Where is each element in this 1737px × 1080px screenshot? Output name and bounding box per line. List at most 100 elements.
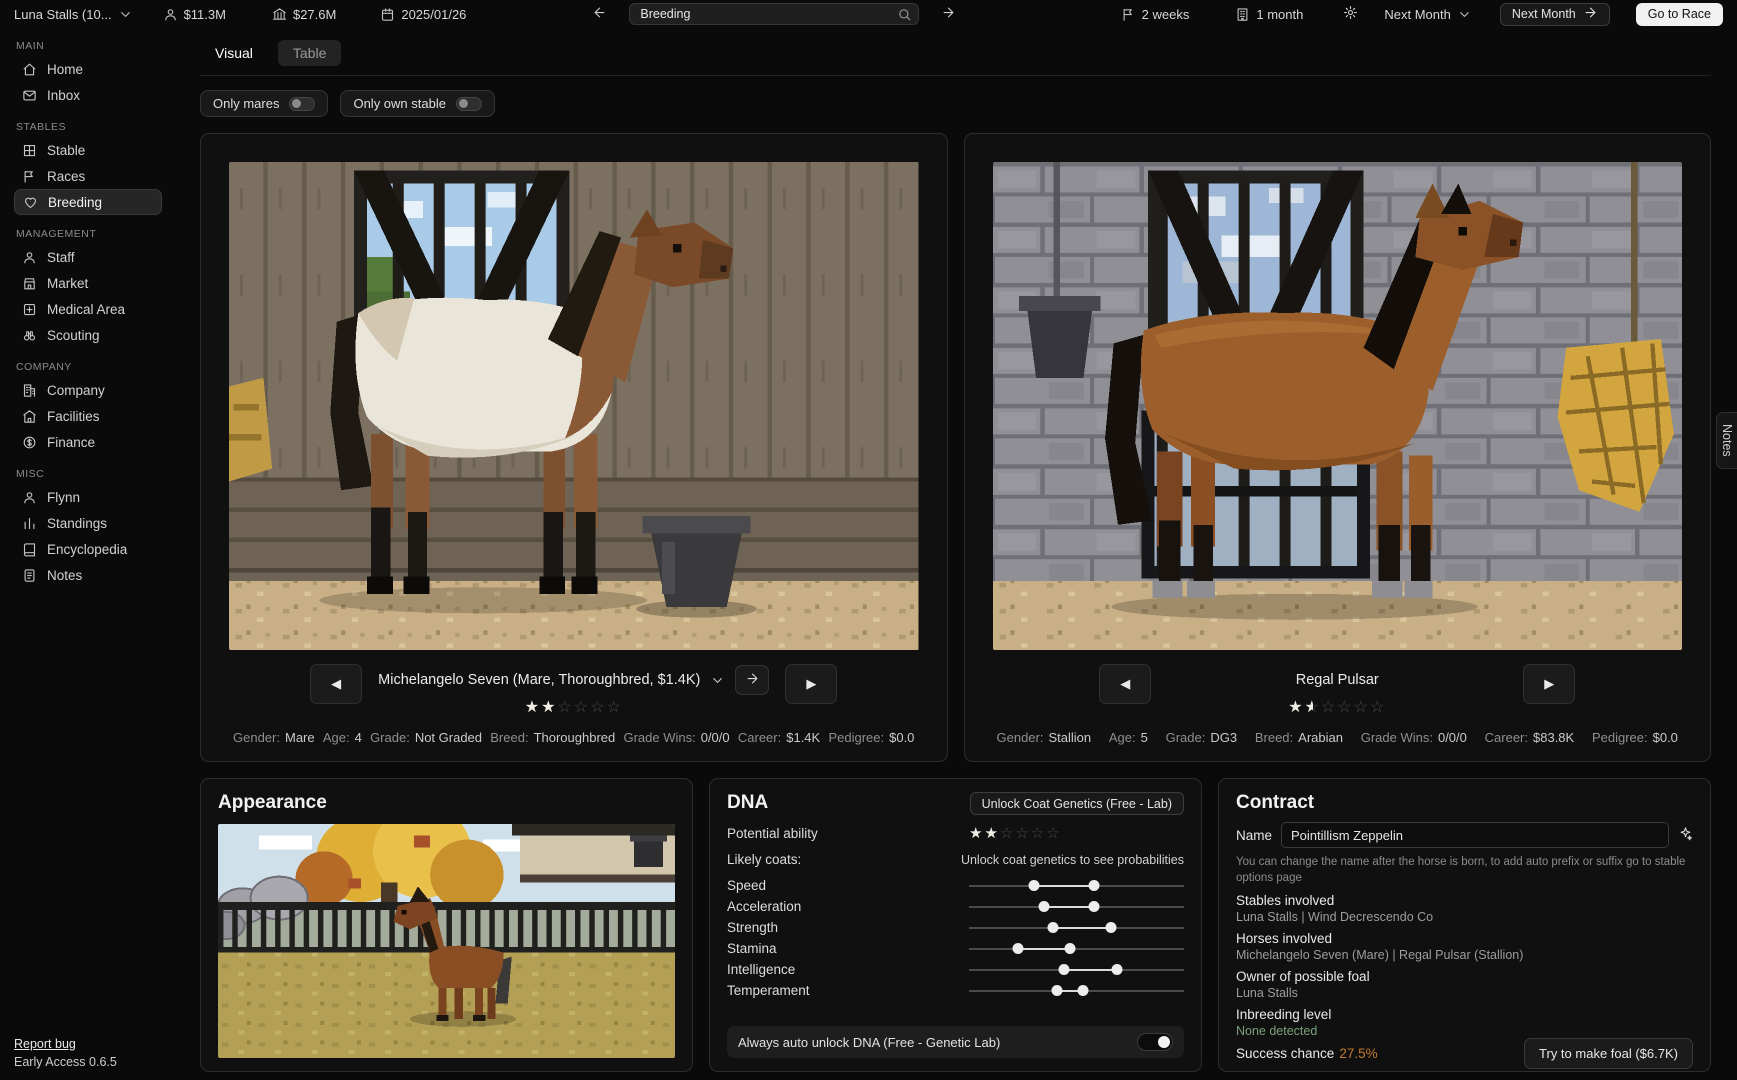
go-to-race-button[interactable]: Go to Race — [1636, 3, 1723, 26]
stallion-stats: Gender:StallionAge:5Grade:DG3Breed:Arabi… — [993, 730, 1683, 745]
chart-icon — [22, 516, 38, 531]
slider-knob-high[interactable] — [1077, 985, 1088, 996]
sidebar-item-scouting[interactable]: Scouting — [14, 322, 162, 348]
dna-slider-acceleration[interactable] — [969, 899, 1184, 915]
foal-preview — [218, 824, 675, 1058]
sidebar-item-notes[interactable]: Notes — [14, 562, 162, 588]
race-countdown: 2 weeks — [1121, 7, 1190, 22]
success-chance: Success chance27.5% — [1236, 1046, 1378, 1061]
auto-unlock-dna-toggle[interactable] — [1137, 1033, 1173, 1051]
dna-slider-intelligence[interactable] — [969, 962, 1184, 978]
building-icon — [1235, 7, 1250, 22]
inbreeding-level: Inbreeding level None detected — [1236, 1007, 1693, 1038]
stable-selector[interactable]: Luna Stalls (10... — [14, 7, 133, 22]
filter-toggle[interactable] — [289, 97, 315, 111]
sidebar-item-encyclopedia[interactable]: Encyclopedia — [14, 536, 162, 562]
dna-title: DNA — [727, 792, 768, 814]
dna-slider-stamina[interactable] — [969, 941, 1184, 957]
foal-illustration — [218, 824, 675, 1058]
sidebar-item-label: Standings — [47, 516, 107, 531]
mare-next-button[interactable]: ▶ — [785, 664, 837, 704]
slider-knob-low[interactable] — [1028, 880, 1039, 891]
horse-stat: Grade:Not Graded — [370, 730, 482, 745]
chevron-down-icon[interactable] — [710, 673, 725, 688]
filter-only-own-stable[interactable]: Only own stable — [340, 90, 495, 117]
horse-stat: Grade:DG3 — [1166, 730, 1237, 745]
sidebar-item-market[interactable]: Market — [14, 270, 162, 296]
unlock-coat-genetics-button[interactable]: Unlock Coat Genetics (Free - Lab) — [970, 792, 1184, 815]
next-month-select[interactable]: Next Month — [1384, 7, 1471, 22]
dna-sliders: SpeedAccelerationStrengthStaminaIntellig… — [727, 875, 1184, 1001]
market-icon — [22, 276, 38, 291]
slider-knob-high[interactable] — [1065, 943, 1076, 954]
notes-side-tab[interactable]: Notes — [1716, 412, 1737, 469]
slider-knob-high[interactable] — [1088, 880, 1099, 891]
finance-icon — [22, 435, 38, 450]
sidebar-item-medical-area[interactable]: Medical Area — [14, 296, 162, 322]
mare-name[interactable]: Michelangelo Seven (Mare, Thoroughbred, … — [378, 672, 700, 688]
sidebar-item-company[interactable]: Company — [14, 377, 162, 403]
slider-knob-low[interactable] — [1039, 901, 1050, 912]
nav-forward-button[interactable] — [941, 5, 956, 23]
search-input[interactable] — [629, 3, 919, 25]
dna-slider-temperament[interactable] — [969, 983, 1184, 999]
sidebar-item-stable[interactable]: Stable — [14, 137, 162, 163]
stallion-next-button[interactable]: ▶ — [1523, 664, 1575, 704]
dna-slider-label: Intelligence — [727, 962, 795, 977]
slider-knob-low[interactable] — [1047, 922, 1058, 933]
tab-table[interactable]: Table — [278, 40, 341, 66]
filter-toggle[interactable] — [456, 97, 482, 111]
sidebar-item-staff[interactable]: Staff — [14, 244, 162, 270]
potential-ability-stars: ☆☆☆☆☆☆★★★★★★ — [969, 826, 1062, 841]
slider-knob-low[interactable] — [1013, 943, 1024, 954]
sidebar-item-finance[interactable]: Finance — [14, 429, 162, 455]
stallion-photo — [993, 162, 1683, 650]
binoculars-icon — [22, 328, 38, 343]
stallion-star-rating: ☆☆☆☆☆☆★★★★★★ — [1288, 700, 1386, 716]
random-name-button[interactable] — [1678, 826, 1693, 844]
open-mare-button[interactable] — [735, 665, 769, 695]
mare-prev-button[interactable]: ◀ — [310, 664, 362, 704]
month-countdown-value: 1 month — [1256, 7, 1303, 22]
slider-knob-low[interactable] — [1058, 964, 1069, 975]
horse-stat: Gender:Stallion — [997, 730, 1092, 745]
sidebar-item-flynn[interactable]: Flynn — [14, 484, 162, 510]
medical-icon — [22, 302, 38, 317]
report-bug-link[interactable]: Report bug — [14, 1035, 162, 1054]
dna-slider-speed[interactable] — [969, 878, 1184, 894]
sidebar-item-label: Breeding — [48, 195, 102, 210]
slider-knob-high[interactable] — [1088, 901, 1099, 912]
personal-funds: $11.3M — [163, 7, 226, 22]
tab-visual[interactable]: Visual — [200, 40, 268, 66]
company-funds-value: $27.6M — [293, 7, 336, 22]
sidebar-item-home[interactable]: Home — [14, 56, 162, 82]
horse-stat: Breed:Thoroughbred — [490, 730, 615, 745]
sidebar-item-standings[interactable]: Standings — [14, 510, 162, 536]
sidebar-section-title: MANAGEMENT — [16, 228, 162, 240]
slider-knob-high[interactable] — [1105, 922, 1116, 933]
sidebar-item-inbox[interactable]: Inbox — [14, 82, 162, 108]
sidebar-item-races[interactable]: Races — [14, 163, 162, 189]
top-bar: Luna Stalls (10... $11.3M $27.6M 2025/01… — [0, 0, 1737, 28]
stallion-prev-button[interactable]: ◀ — [1099, 664, 1151, 704]
filter-only-mares[interactable]: Only mares — [200, 90, 328, 117]
company-funds: $27.6M — [272, 7, 336, 22]
nav-back-button[interactable] — [592, 5, 607, 23]
slider-knob-low[interactable] — [1052, 985, 1063, 996]
sidebar-item-breeding[interactable]: Breeding — [14, 189, 162, 215]
sparkle-icon — [1678, 826, 1693, 844]
bank-icon — [272, 7, 287, 22]
auto-unlock-dna-bar: Always auto unlock DNA (Free - Genetic L… — [727, 1026, 1184, 1058]
sidebar-section-title: MAIN — [16, 40, 162, 52]
dna-slider-label: Speed — [727, 878, 766, 893]
settings-button[interactable] — [1343, 5, 1358, 23]
sidebar-item-label: Inbox — [47, 88, 80, 103]
foal-name-input[interactable] — [1281, 822, 1669, 848]
next-month-button[interactable]: Next Month — [1500, 3, 1610, 26]
sidebar-item-facilities[interactable]: Facilities — [14, 403, 162, 429]
try-to-make-foal-button[interactable]: Try to make foal ($6.7K) — [1524, 1038, 1693, 1069]
dna-slider-strength[interactable] — [969, 920, 1184, 936]
horse-stat: Career:$83.8K — [1485, 730, 1575, 745]
sidebar-item-label: Company — [47, 383, 105, 398]
slider-knob-high[interactable] — [1112, 964, 1123, 975]
